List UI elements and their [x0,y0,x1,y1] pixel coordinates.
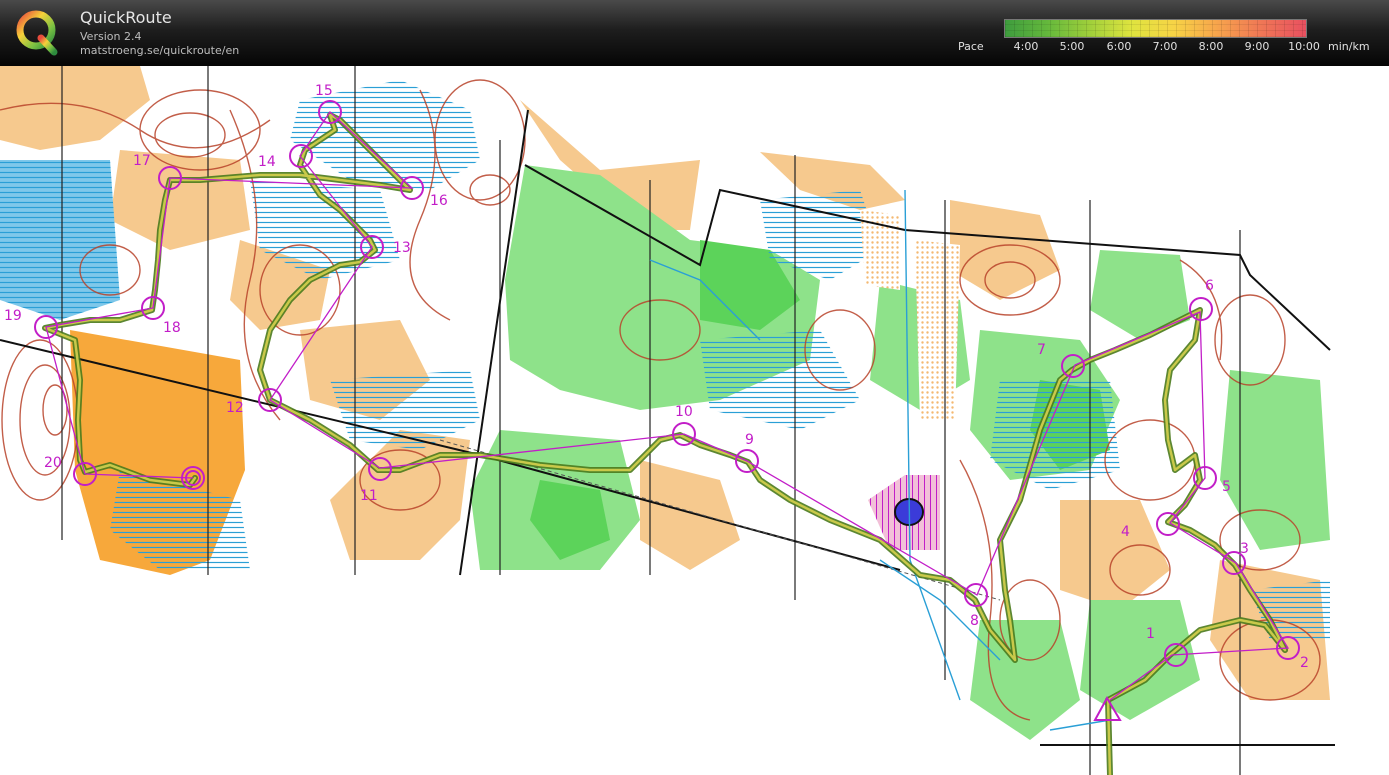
control-number: 4 [1121,524,1130,540]
control-number: 16 [430,193,448,209]
control-number: 7 [1037,342,1046,358]
control-number: 20 [44,455,62,471]
control-number: 13 [393,240,411,256]
control-number: 9 [745,432,754,448]
app-url[interactable]: matstroeng.se/quickroute/en [80,44,239,57]
control-number: 12 [226,400,244,416]
map-terrain [0,66,1335,775]
control-number: 17 [133,153,151,169]
app-header: QuickRoute Version 2.4 matstroeng.se/qui… [0,0,1389,66]
control-number: 10 [675,404,693,420]
pace-tick: 10:00 [1288,40,1320,53]
pace-label: Pace [958,40,984,53]
control-number: 19 [4,308,22,324]
app-name: QuickRoute [80,8,172,27]
control-number: 8 [970,613,979,629]
control-number: 14 [258,154,276,170]
control-number: 18 [163,320,181,336]
pace-tick: 8:00 [1198,40,1224,53]
control-number: 3 [1240,541,1249,557]
pace-unit: min/km [1328,40,1370,53]
control-number: 2 [1300,655,1309,671]
pace-tick: 9:00 [1244,40,1270,53]
control-number: 6 [1205,278,1214,294]
quickroute-logo-icon [16,10,58,56]
orienteering-map[interactable]: 1 2 3 4 5 6 7 8 9 10 11 12 13 14 15 16 1… [0,66,1389,775]
pace-tick: 5:00 [1059,40,1085,53]
pace-tick: 7:00 [1152,40,1178,53]
pace-tick: 6:00 [1106,40,1132,53]
pace-tick: 4:00 [1013,40,1039,53]
control-number: 5 [1222,479,1231,495]
pace-color-scale [1004,19,1307,38]
control-number: 1 [1146,626,1155,642]
app-version: Version 2.4 [80,30,142,43]
control-number: 15 [315,83,333,99]
control-number: 11 [360,488,378,504]
